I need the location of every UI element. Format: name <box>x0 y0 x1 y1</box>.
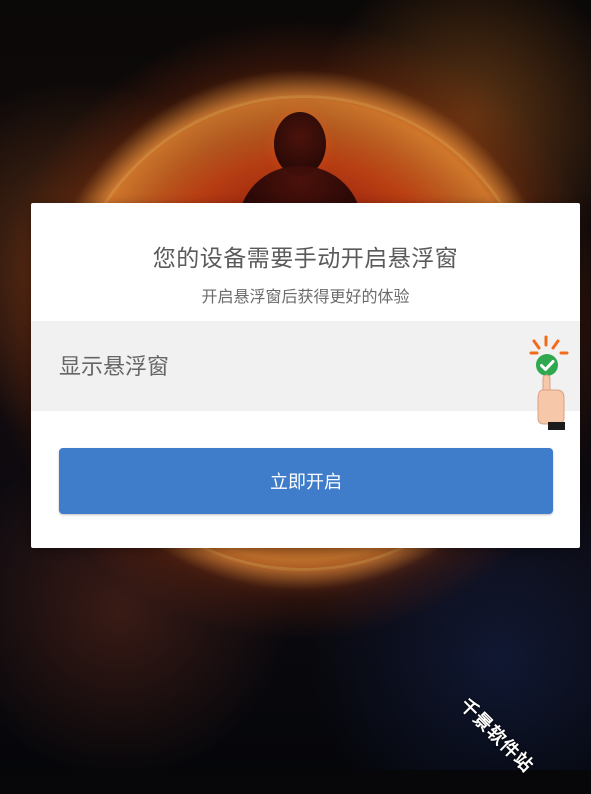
tap-sparkle-icon <box>529 335 569 355</box>
setting-label: 显示悬浮窗 <box>59 355 170 380</box>
setting-row-show-floating-window[interactable]: 显示悬浮窗 <box>31 321 580 411</box>
check-icon <box>536 354 558 376</box>
floating-window-permission-dialog: 您的设备需要手动开启悬浮窗 开启悬浮窗后获得更好的体验 显示悬浮窗 立即开启 <box>31 203 580 548</box>
dialog-title: 您的设备需要手动开启悬浮窗 <box>152 246 459 272</box>
toggle-hint-icon[interactable] <box>526 334 574 434</box>
pointing-hand-icon <box>537 374 565 430</box>
dialog-subtitle: 开启悬浮窗后获得更好的体验 <box>201 287 410 306</box>
enable-now-button[interactable]: 立即开启 <box>59 448 553 514</box>
